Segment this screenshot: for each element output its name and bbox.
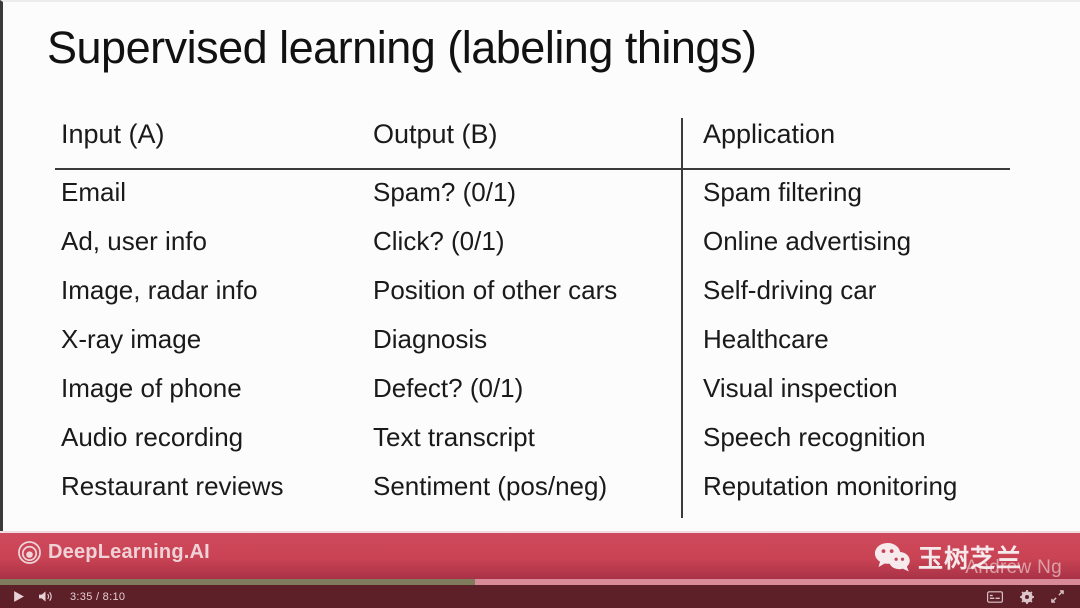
wechat-account-name: 玉树芝兰 <box>917 544 1022 573</box>
table-row: Online advertising <box>703 226 912 256</box>
table-row: Healthcare <box>703 324 829 354</box>
player-controls: 3:35 / 8:10 <box>0 585 1080 608</box>
slide-content: Supervised learning (labeling things) In… <box>0 0 1080 531</box>
table-row: Image, radar info <box>61 275 258 305</box>
table-row: X-ray image <box>61 324 202 354</box>
table-row: Self-driving car <box>703 275 877 305</box>
slide-title: Supervised learning (labeling things) <box>47 22 757 73</box>
column-header-application: Application <box>703 119 836 149</box>
brand-banner: DeepLearning.AI Andrew Ng 玉树芝兰 <box>0 531 1080 579</box>
video-player-screen: Supervised learning (labeling things) In… <box>0 0 1080 608</box>
table-row: Ad, user info <box>61 226 207 256</box>
table-row: Reputation monitoring <box>703 471 958 501</box>
deeplearning-ai-brand: DeepLearning.AI <box>18 541 210 564</box>
table-row: Sentiment (pos/neg) <box>373 471 608 501</box>
table-column-output: Output (B) Spam? (0/1) Click? (0/1) Posi… <box>373 114 673 511</box>
volume-icon[interactable] <box>38 590 53 603</box>
table-column-application: Application Spam filtering Online advert… <box>703 114 1013 511</box>
table-row: Email <box>61 177 127 207</box>
time-display: 3:35 / 8:10 <box>70 590 126 603</box>
supervised-learning-table: Input (A) Email Ad, user info Image, rad… <box>55 114 1010 524</box>
wechat-watermark: 玉树芝兰 <box>874 539 1022 575</box>
table-row: Visual inspection <box>703 373 898 403</box>
play-icon[interactable] <box>12 590 25 603</box>
spiral-logo-icon <box>18 541 41 564</box>
table-row: Audio recording <box>61 422 244 452</box>
table-row: Defect? (0/1) <box>373 373 524 403</box>
wechat-icon <box>874 541 912 573</box>
table-row: Restaurant reviews <box>61 471 284 501</box>
column-header-input: Input (A) <box>61 119 165 149</box>
table-row: Speech recognition <box>703 422 926 452</box>
table-column-divider <box>681 118 683 518</box>
subtitles-icon[interactable] <box>987 590 1003 603</box>
controls-left-group: 3:35 / 8:10 <box>0 590 125 603</box>
brand-name: DeepLearning.AI <box>48 541 210 563</box>
fullscreen-icon[interactable] <box>1051 590 1064 603</box>
table-row: Image of phone <box>61 373 242 403</box>
table-row: Click? (0/1) <box>373 226 505 256</box>
controls-right-group <box>987 589 1080 604</box>
table-row: Spam filtering <box>703 177 862 207</box>
table-row: Text transcript <box>373 422 535 452</box>
table-row: Diagnosis <box>373 324 488 354</box>
gear-icon[interactable] <box>1020 589 1034 604</box>
table-row: Position of other cars <box>373 275 618 305</box>
table-row: Spam? (0/1) <box>373 177 517 207</box>
column-header-output: Output (B) <box>373 119 498 149</box>
table-column-input: Input (A) Email Ad, user info Image, rad… <box>61 114 371 511</box>
